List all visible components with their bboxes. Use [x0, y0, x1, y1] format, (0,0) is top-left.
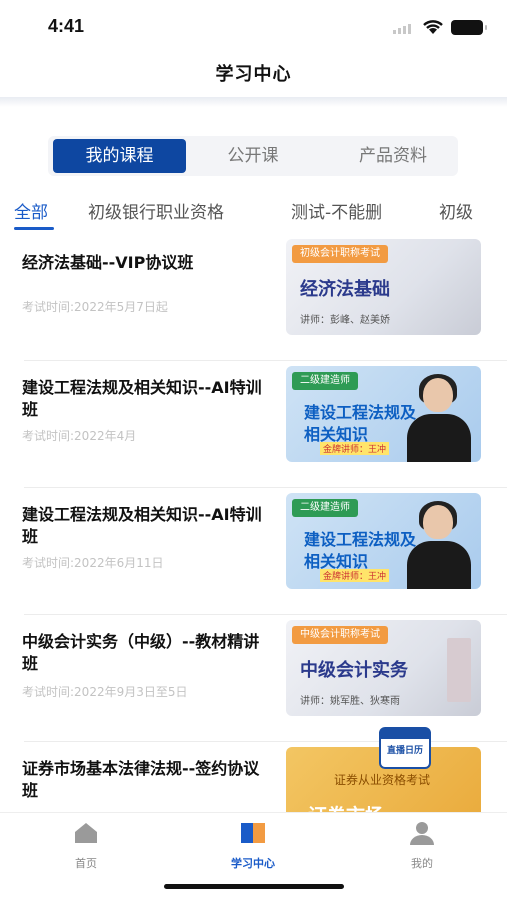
tab-home[interactable]: 首页	[36, 821, 136, 871]
thumb-lecturer: 讲师：彭峰、赵美娇	[300, 315, 390, 326]
segment-open-courses[interactable]: 公开课	[198, 136, 308, 176]
course-item[interactable]: 建设工程法规及相关知识--AI特训班 考试时间:2022年6月11日 二级建造师…	[0, 488, 507, 615]
course-date: 考试时间:2022年4月	[22, 429, 137, 443]
course-thumbnail: 二级建造师 建设工程法规及相关知识 金牌讲师：王冲	[286, 366, 481, 462]
calendar-icon	[381, 729, 429, 739]
status-bar: 4:41	[0, 0, 507, 50]
course-date: 考试时间:2022年9月3日至5日	[22, 685, 188, 699]
lecturer-photo	[407, 374, 471, 462]
tab-home-label: 首页	[75, 857, 97, 870]
home-indicator	[164, 884, 344, 889]
course-item[interactable]: 中级会计实务（中级）--教材精讲班 考试时间:2022年9月3日至5日 中级会计…	[0, 615, 507, 742]
thumb-title: 建设工程法规及相关知识	[304, 403, 417, 444]
tab-mine-label: 我的	[411, 857, 433, 870]
course-title: 中级会计实务（中级）--教材精讲班	[22, 632, 260, 673]
lecturer-photo	[407, 501, 471, 589]
segment-my-courses[interactable]: 我的课程	[53, 139, 186, 173]
course-title: 经济法基础--VIP协议班	[22, 253, 194, 272]
wifi-icon	[423, 20, 443, 34]
course-item[interactable]: 建设工程法规及相关知识--AI特训班 考试时间:2022年4月 二级建造师 建设…	[0, 361, 507, 488]
book-icon	[241, 823, 265, 843]
tab-study-center-label: 学习中心	[231, 857, 275, 870]
course-date: 考试时间:2022年6月11日	[22, 556, 164, 570]
category-tabs: 全部 初级银行职业资格 测试-不能删 初级	[0, 198, 507, 234]
course-item[interactable]: 经济法基础--VIP协议班 考试时间:2022年5月7日起 初级会计职称考试 经…	[0, 234, 507, 361]
nav-divider	[0, 97, 507, 107]
battery-icon	[451, 20, 487, 35]
course-date: 考试时间:2022年5月7日起	[22, 300, 168, 314]
course-thumbnail: 二级建造师 建设工程法规及相关知识 金牌讲师：王冲	[286, 493, 481, 589]
course-title: 建设工程法规及相关知识--AI特训班	[22, 378, 262, 419]
course-thumbnail: 初级会计职称考试 经济法基础 讲师：彭峰、赵美娇	[286, 239, 481, 335]
category-tab-indicator	[14, 227, 54, 230]
course-title: 建设工程法规及相关知识--AI特训班	[22, 505, 262, 546]
signal-icon	[393, 24, 411, 34]
live-calendar-button[interactable]: 直播日历	[379, 727, 431, 769]
home-icon	[75, 823, 97, 843]
thumb-title: 证券市场	[308, 801, 384, 812]
thumb-tag: 二级建造师	[292, 372, 358, 390]
page-title: 学习中心	[215, 64, 292, 85]
thumb-title: 经济法基础	[300, 279, 390, 300]
thumb-title: 中级会计实务	[300, 660, 408, 681]
thumb-tag: 二级建造师	[292, 499, 358, 517]
thumb-lecturer: 金牌讲师：王冲	[320, 569, 390, 582]
thumb-lecturer: 讲师：姚军胜、狄寒雨	[300, 696, 400, 707]
category-tab-test[interactable]: 测试-不能删	[291, 198, 382, 230]
thumb-lecturer: 金牌讲师：王冲	[320, 442, 390, 455]
thumb-tag: 中级会计职称考试	[292, 626, 388, 644]
thumb-tag: 证券从业资格考试	[334, 773, 431, 787]
tab-mine[interactable]: 我的	[372, 821, 472, 871]
segment-product-materials[interactable]: 产品资料	[333, 136, 453, 176]
thumb-title: 建设工程法规及相关知识	[304, 530, 417, 571]
course-list: 经济法基础--VIP协议班 考试时间:2022年5月7日起 初级会计职称考试 经…	[0, 234, 507, 812]
user-icon	[410, 822, 434, 845]
thumb-tag: 初级会计职称考试	[292, 245, 388, 263]
course-title: 证券市场基本法律法规--签约协议班	[22, 759, 260, 800]
segment-control: 我的课程 公开课 产品资料	[48, 136, 458, 176]
course-thumbnail: 中级会计职称考试 中级会计实务 讲师：姚军胜、狄寒雨	[286, 620, 481, 716]
status-time: 4:41	[48, 16, 85, 36]
category-tab-junior-bank[interactable]: 初级银行职业资格	[88, 198, 224, 230]
calendar-label: 直播日历	[386, 746, 423, 756]
category-tab-all[interactable]: 全部	[14, 198, 48, 230]
tab-study-center[interactable]: 学习中心	[203, 821, 303, 871]
book-illustration	[447, 638, 471, 702]
category-tab-junior[interactable]: 初级	[439, 198, 473, 230]
